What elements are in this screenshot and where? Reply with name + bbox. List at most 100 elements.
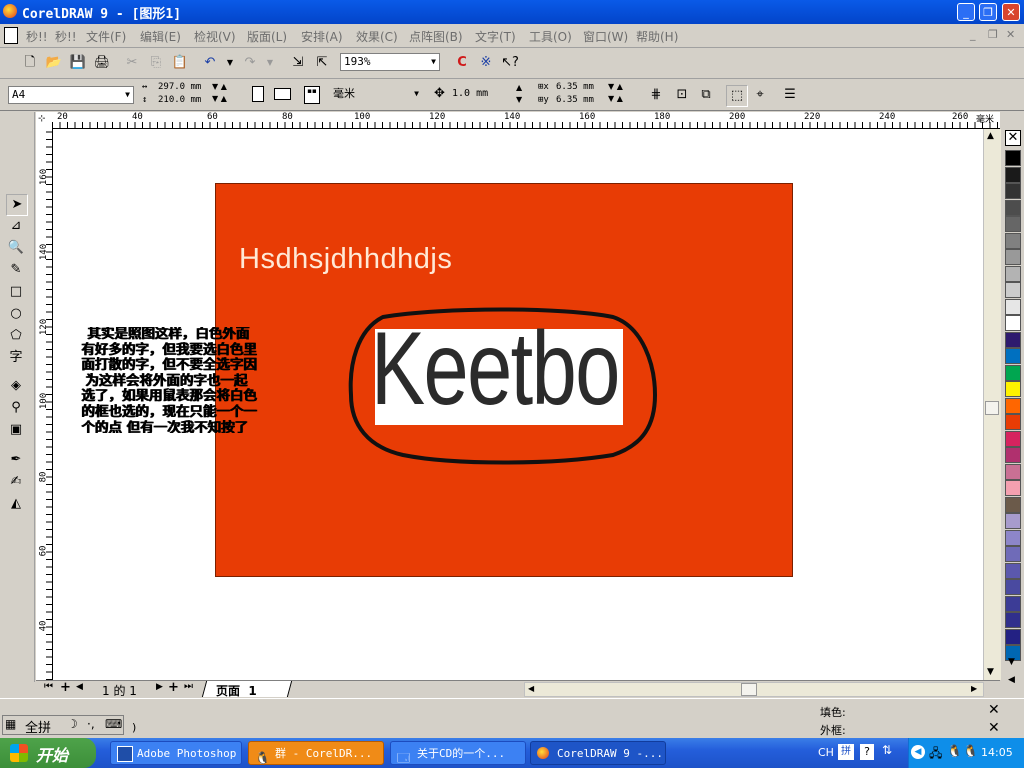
soft-keyboard-icon[interactable]: ⌨ [105,717,122,731]
copy-icon[interactable]: ⎘ [146,53,166,73]
fill-tool-icon[interactable]: ◭ [6,494,26,514]
page-layout-icon[interactable]: ▪▪ [304,86,320,104]
add-page-after-icon[interactable]: + [168,680,179,695]
portrait-button[interactable] [252,86,264,102]
network-icon[interactable]: 🖧 [929,744,942,765]
draw-objects-icon[interactable]: ⌖ [750,85,770,105]
color-swatch[interactable] [1005,595,1021,612]
punctuation-icon[interactable]: ·, [87,717,95,731]
page-width-value[interactable]: 297.0 mm [158,82,201,92]
color-swatch[interactable] [1005,348,1021,364]
export-icon[interactable]: ⇱ [312,53,332,73]
no-color-swatch[interactable]: ✕ [1005,130,1021,146]
menu-item-edit[interactable]: 编辑(E) [140,28,181,45]
snap-guidelines-icon[interactable]: ⊡ [672,85,692,105]
task-browser[interactable]: 🗔 关于CD的一个... [390,741,526,765]
interactive-fill-icon[interactable]: ◈ [6,376,26,396]
corel-online-icon[interactable]: C [452,53,472,73]
tray-expand-icon[interactable]: ◀ [911,745,925,759]
heading-text[interactable]: Hsdhsjdhhdhdjs [239,243,452,276]
ime-indicator-icon[interactable]: 拼 [838,744,854,760]
add-page-before-icon[interactable]: + [60,680,71,695]
freehand-tool-icon[interactable]: ✎ [6,260,26,280]
color-swatch[interactable] [1005,562,1021,579]
first-page-icon[interactable]: ⏮ [44,681,53,692]
color-swatch[interactable] [1005,447,1021,463]
color-swatch[interactable] [1005,331,1021,348]
prev-page-icon[interactable]: ◀ [76,682,83,692]
duplicate-spinner[interactable]: ▼ ▲ ▼ ▲ [608,81,623,105]
redo-dropdown-icon[interactable]: ▼ [260,53,280,73]
color-swatch[interactable] [1005,496,1021,513]
zoom-level-select[interactable]: 193% ▼ [340,53,440,71]
color-swatch[interactable] [1005,199,1021,216]
color-swatch[interactable] [1005,529,1021,546]
restore-button[interactable]: ❐ [979,3,997,21]
menu-item-plugin-2[interactable]: 秒!! [55,28,77,45]
rectangle-tool-icon[interactable]: □ [6,282,26,302]
text-tool-icon[interactable]: 字 [6,348,26,368]
color-swatch[interactable] [1005,397,1021,414]
color-swatch[interactable] [1005,315,1021,331]
next-page-icon[interactable]: ▶ [156,682,163,692]
color-swatch[interactable] [1005,166,1021,183]
color-swatch[interactable] [1005,381,1021,397]
save-icon[interactable]: 💾 [68,53,88,73]
color-swatch[interactable] [1005,430,1021,447]
color-swatch[interactable] [1005,364,1021,381]
paste-icon[interactable]: 📋 [170,53,190,73]
redo-icon[interactable]: ↷ [240,53,260,73]
drawing-canvas[interactable]: Hsdhsjdhhdhdjs Keetbo 其实是照图这样，白色外面 有好多的字… [53,129,983,680]
horizontal-ruler[interactable]: ⊹ 20 40 60 80 100 120 140 160 180 200 22… [36,112,1000,129]
task-coreldraw[interactable]: CorelDRAW 9 -... [530,741,666,765]
palette-expand-icon[interactable]: ◀ [1008,675,1015,685]
color-swatch[interactable] [1005,282,1021,298]
qq-tray-icon-2[interactable]: 🐧 [963,744,978,758]
page-height-value[interactable]: 210.0 mm [158,95,201,105]
fill-none-icon[interactable]: ✕ [988,702,1000,718]
menu-item-help[interactable]: 帮助(H) [636,28,678,45]
treat-as-filled-icon[interactable]: ⬚ [726,85,748,107]
page-size-select[interactable]: A4 ▼ [8,86,134,104]
undo-dropdown-icon[interactable]: ▼ [220,53,240,73]
color-swatch[interactable] [1005,249,1021,265]
undo-icon[interactable]: ↶ [200,53,220,73]
last-page-icon[interactable]: ⏭ [184,681,193,692]
pick-tool-icon[interactable]: ➤ [6,194,28,216]
menu-item-file[interactable]: 文件(F) [86,28,126,45]
tray-options-icon[interactable]: ⇅ [882,743,892,757]
nudge-value[interactable]: 1.0 mm [452,88,488,99]
menu-item-text[interactable]: 文字(T) [475,28,516,45]
color-swatch[interactable] [1005,579,1021,595]
minimize-button[interactable]: _ [957,3,975,21]
shape-tool-icon[interactable]: ⊿ [6,216,26,236]
snap-grid-icon[interactable]: ⋕ [646,85,666,105]
width-spinner[interactable]: ▼ ▲ ▼ ▲ [212,81,227,105]
h-scroll-thumb[interactable] [741,683,757,696]
half-width-icon[interactable]: ☽ [67,717,78,731]
color-swatch[interactable] [1005,612,1021,628]
ime-mode-label[interactable]: 全拼 [25,717,51,736]
color-swatch[interactable] [1005,265,1021,282]
doc-minimize-button[interactable]: _ [970,28,976,41]
cut-icon[interactable]: ✂ [122,53,142,73]
color-swatch[interactable] [1005,463,1021,480]
menu-item-bitmaps[interactable]: 点阵图(B) [409,28,463,45]
trace-icon[interactable]: ※ [476,53,496,73]
snap-objects-icon[interactable]: ⧉ [696,85,716,105]
duplicate-y-value[interactable]: 6.35 mm [556,95,594,105]
close-button[interactable]: ✕ [1002,3,1020,21]
ellipse-tool-icon[interactable]: ○ [6,304,26,324]
new-icon[interactable]: 🗋 [20,53,40,73]
menu-item-effects[interactable]: 效果(C) [356,28,398,45]
interactive-tool-icon[interactable]: ▣ [6,420,26,440]
vertical-scrollbar[interactable]: ▲ ▼ [983,129,1001,680]
eyedropper-tool-icon[interactable]: ✒ [6,450,26,470]
transparency-tool-icon[interactable]: ⚲ [6,398,26,418]
color-swatch[interactable] [1005,480,1021,496]
logo-text[interactable]: Keetbo [371,307,620,432]
color-swatch[interactable] [1005,183,1021,199]
import-icon[interactable]: ⇲ [288,53,308,73]
color-swatch[interactable] [1005,216,1021,232]
menu-item-layout[interactable]: 版面(L) [247,28,287,45]
